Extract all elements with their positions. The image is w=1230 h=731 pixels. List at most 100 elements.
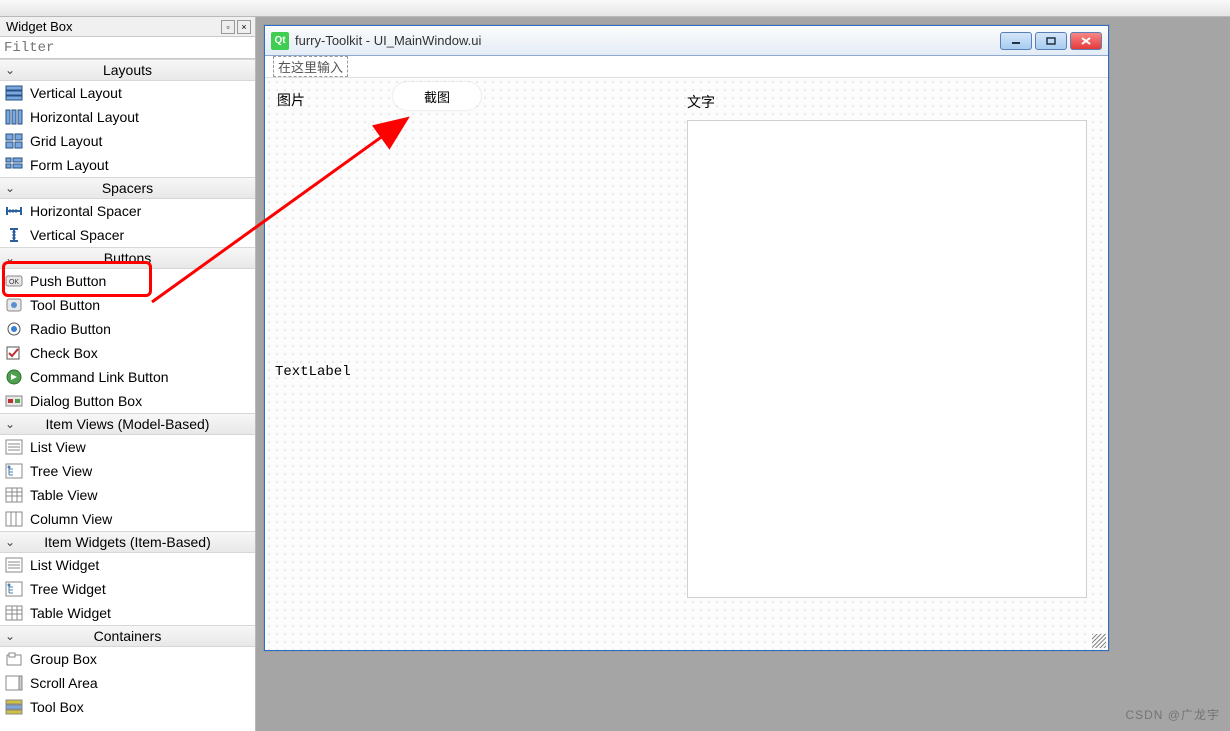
widget-item-label: Tree Widget [30, 581, 255, 597]
svg-text:OK: OK [9, 279, 19, 286]
form-canvas[interactable]: 图片 截图 文字 TextLabel [265, 78, 1108, 650]
qt-logo-icon: Qt [271, 32, 289, 50]
formlayout-icon [4, 156, 24, 174]
category-label: Layouts [20, 62, 255, 78]
widget-tree[interactable]: ⌄LayoutsVertical LayoutHorizontal Layout… [0, 59, 255, 731]
chevron-down-icon: ⌄ [0, 251, 20, 265]
chevron-down-icon: ⌄ [0, 181, 20, 195]
category-label: Item Widgets (Item-Based) [20, 534, 255, 550]
widget-item-table-widget[interactable]: Table Widget [0, 601, 255, 625]
subwindow-maximize-button[interactable] [1035, 32, 1067, 50]
widget-item-scroll-area[interactable]: Scroll Area [0, 671, 255, 695]
widget-item-label: Dialog Button Box [30, 393, 255, 409]
widget-item-radio-button[interactable]: Radio Button [0, 317, 255, 341]
category-header-spacers[interactable]: ⌄Spacers [0, 177, 255, 199]
category-header-containers[interactable]: ⌄Containers [0, 625, 255, 647]
widget-item-label: Group Box [30, 651, 255, 667]
dock-close-button[interactable]: × [237, 20, 251, 34]
form-menubar[interactable]: 在这里输入 [265, 56, 1108, 78]
widget-item-label: Horizontal Spacer [30, 203, 255, 219]
form-subwindow[interactable]: Qt furry-Toolkit - UI_MainWindow.ui 在这里输… [264, 25, 1109, 651]
tableview-icon [4, 486, 24, 504]
chevron-down-icon: ⌄ [0, 417, 20, 431]
widget-item-label: Scroll Area [30, 675, 255, 691]
toolbutton-icon [4, 296, 24, 314]
widget-item-list-widget[interactable]: List Widget [0, 553, 255, 577]
vlayout-icon [4, 84, 24, 102]
widget-item-push-button[interactable]: OKPush Button [0, 269, 255, 293]
category-header-layouts[interactable]: ⌄Layouts [0, 59, 255, 81]
subwindow-close-button[interactable] [1070, 32, 1102, 50]
widget-item-list-view[interactable]: List View [0, 435, 255, 459]
vspacer-icon [4, 226, 24, 244]
pushbutton-icon: OK [4, 272, 24, 290]
widget-item-dialog-button-box[interactable]: Dialog Button Box [0, 389, 255, 413]
treeview-icon [4, 580, 24, 598]
widget-item-label: Check Box [30, 345, 255, 361]
resize-grip-icon[interactable] [1092, 634, 1106, 648]
widget-item-grid-layout[interactable]: Grid Layout [0, 129, 255, 153]
widget-item-label: Radio Button [30, 321, 255, 337]
button-screenshot[interactable]: 截图 [393, 82, 481, 110]
category-header-item-views-model-based-[interactable]: ⌄Item Views (Model-Based) [0, 413, 255, 435]
widget-item-command-link-button[interactable]: Command Link Button [0, 365, 255, 389]
tableview-icon [4, 604, 24, 622]
top-toolbar-strip [0, 0, 1230, 17]
widget-item-vertical-spacer[interactable]: Vertical Spacer [0, 223, 255, 247]
widget-item-tree-view[interactable]: Tree View [0, 459, 255, 483]
groupbox-icon [4, 650, 24, 668]
widget-box-dock: Widget Box ▫ × ⌄LayoutsVertical LayoutHo… [0, 17, 256, 731]
listview-icon [4, 556, 24, 574]
widget-item-label: Table Widget [30, 605, 255, 621]
category-label: Containers [20, 628, 255, 644]
watermark-text: CSDN @广龙宇 [1125, 706, 1220, 723]
widget-item-label: Grid Layout [30, 133, 255, 149]
scrollarea-icon [4, 674, 24, 692]
widget-item-label: List View [30, 439, 255, 455]
widget-item-group-box[interactable]: Group Box [0, 647, 255, 671]
widget-item-label: Tool Button [30, 297, 255, 313]
columnview-icon [4, 510, 24, 528]
widget-item-label: Table View [30, 487, 255, 503]
category-header-buttons[interactable]: ⌄Buttons [0, 247, 255, 269]
widget-item-label: Horizontal Layout [30, 109, 255, 125]
category-header-item-widgets-item-based-[interactable]: ⌄Item Widgets (Item-Based) [0, 531, 255, 553]
widget-item-check-box[interactable]: Check Box [0, 341, 255, 365]
widget-item-tree-widget[interactable]: Tree Widget [0, 577, 255, 601]
category-label: Item Views (Model-Based) [20, 416, 255, 432]
hlayout-icon [4, 108, 24, 126]
widget-item-form-layout[interactable]: Form Layout [0, 153, 255, 177]
listview-icon [4, 438, 24, 456]
widget-item-tool-box[interactable]: Tool Box [0, 695, 255, 719]
widget-filter-input[interactable] [0, 37, 255, 59]
widget-item-column-view[interactable]: Column View [0, 507, 255, 531]
widget-item-tool-button[interactable]: Tool Button [0, 293, 255, 317]
dock-title-label: Widget Box [6, 19, 72, 34]
widget-item-horizontal-layout[interactable]: Horizontal Layout [0, 105, 255, 129]
widget-item-table-view[interactable]: Table View [0, 483, 255, 507]
label-text[interactable]: 文字 [687, 92, 715, 112]
menubar-type-here[interactable]: 在这里输入 [273, 56, 348, 77]
mdi-area: Qt furry-Toolkit - UI_MainWindow.ui 在这里输… [256, 17, 1230, 731]
checkbox-icon [4, 344, 24, 362]
chevron-down-icon: ⌄ [0, 63, 20, 77]
widget-item-label: Command Link Button [30, 369, 255, 385]
widget-item-label: Tool Box [30, 699, 255, 715]
dialogbox-icon [4, 392, 24, 410]
widget-item-vertical-layout[interactable]: Vertical Layout [0, 81, 255, 105]
chevron-down-icon: ⌄ [0, 535, 20, 549]
label-textlabel[interactable]: TextLabel [275, 364, 351, 380]
widget-item-label: List Widget [30, 557, 255, 573]
dock-float-button[interactable]: ▫ [221, 20, 235, 34]
textedit-widget[interactable] [687, 120, 1087, 598]
toolbox-icon [4, 698, 24, 716]
widget-item-label: Column View [30, 511, 255, 527]
gridlayout-icon [4, 132, 24, 150]
widget-item-horizontal-spacer[interactable]: Horizontal Spacer [0, 199, 255, 223]
label-image[interactable]: 图片 [277, 90, 305, 110]
dock-titlebar: Widget Box ▫ × [0, 17, 255, 37]
subwindow-minimize-button[interactable] [1000, 32, 1032, 50]
radiobutton-icon [4, 320, 24, 338]
subwindow-titlebar[interactable]: Qt furry-Toolkit - UI_MainWindow.ui [265, 26, 1108, 56]
hspacer-icon [4, 202, 24, 220]
